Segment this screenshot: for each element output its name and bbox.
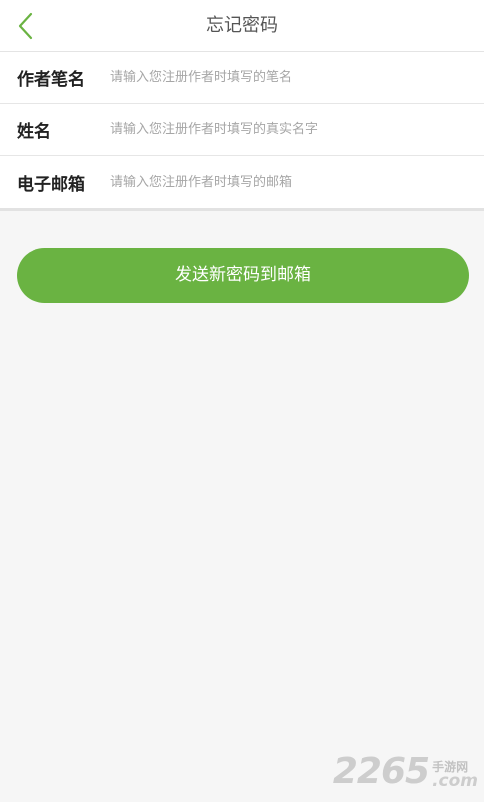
pen-name-label: 作者笔名 xyxy=(17,70,85,90)
watermark-suffix: .com xyxy=(432,771,478,791)
email-label: 电子邮箱 xyxy=(17,174,85,195)
real-name-row: 姓名 xyxy=(0,104,484,156)
forgot-password-screen: 忘记密码 作者笔名 姓名 电子邮箱 发送新密码到邮箱 2265 手游网 .com xyxy=(0,0,484,802)
real-name-input[interactable] xyxy=(110,109,484,150)
pen-name-input[interactable] xyxy=(110,57,484,98)
watermark-side: 手游网 .com xyxy=(432,761,478,790)
page-title: 忘记密码 xyxy=(206,15,278,36)
email-input[interactable] xyxy=(110,162,484,202)
email-row: 电子邮箱 xyxy=(0,156,484,208)
header-bar: 忘记密码 xyxy=(0,0,484,52)
reset-form: 作者笔名 姓名 电子邮箱 xyxy=(0,52,484,211)
pen-name-row: 作者笔名 xyxy=(0,52,484,104)
real-name-label: 姓名 xyxy=(17,122,51,142)
site-watermark: 2265 手游网 .com xyxy=(333,750,478,790)
send-new-password-button[interactable]: 发送新密码到邮箱 xyxy=(17,248,469,303)
watermark-number: 2265 xyxy=(332,751,430,792)
